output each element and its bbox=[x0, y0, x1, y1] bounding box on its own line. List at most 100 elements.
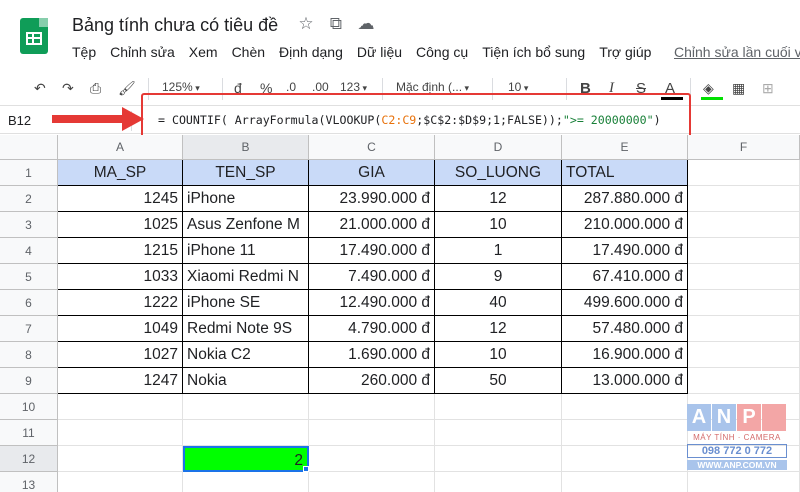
empty-cell[interactable] bbox=[688, 186, 800, 212]
cell-so-luong[interactable]: 12 bbox=[435, 316, 562, 342]
row-header-10[interactable]: 10 bbox=[0, 394, 58, 420]
row-header-1[interactable]: 1 bbox=[0, 160, 58, 186]
cell-ten-sp[interactable]: Asus Zenfone M bbox=[183, 212, 309, 238]
cell-so-luong[interactable]: 10 bbox=[435, 342, 562, 368]
cell-ma-sp[interactable]: 1033 bbox=[58, 264, 183, 290]
menu-tools[interactable]: Công cụ bbox=[416, 44, 468, 60]
empty-cell[interactable] bbox=[309, 472, 435, 492]
empty-cell[interactable] bbox=[309, 394, 435, 420]
empty-cell[interactable] bbox=[562, 446, 688, 472]
empty-cell[interactable] bbox=[688, 342, 800, 368]
document-title[interactable]: Bảng tính chưa có tiêu đề bbox=[72, 15, 278, 36]
column-header-c[interactable]: C bbox=[309, 135, 435, 160]
selection-fill-handle[interactable] bbox=[303, 466, 309, 472]
menu-format[interactable]: Định dạng bbox=[279, 44, 343, 60]
empty-cell[interactable] bbox=[435, 446, 562, 472]
cell-ma-sp[interactable]: 1049 bbox=[58, 316, 183, 342]
header-cell-ma-sp[interactable]: MA_SP bbox=[58, 160, 183, 186]
cell-total[interactable]: 17.490.000 đ bbox=[562, 238, 688, 264]
row-header-7[interactable]: 7 bbox=[0, 316, 58, 342]
fill-color-icon[interactable]: ◈ bbox=[703, 80, 714, 97]
empty-cell[interactable] bbox=[688, 290, 800, 316]
cell-gia[interactable]: 4.790.000 đ bbox=[309, 316, 435, 342]
empty-cell[interactable] bbox=[562, 394, 688, 420]
empty-cell[interactable] bbox=[562, 420, 688, 446]
cell-total[interactable]: 287.880.000 đ bbox=[562, 186, 688, 212]
column-header-e[interactable]: E bbox=[562, 135, 688, 160]
row-header-9[interactable]: 9 bbox=[0, 368, 58, 394]
menu-help[interactable]: Trợ giúp bbox=[599, 44, 651, 60]
empty-cell[interactable] bbox=[435, 394, 562, 420]
cell-ma-sp[interactable]: 1027 bbox=[58, 342, 183, 368]
empty-cell[interactable] bbox=[309, 446, 435, 472]
cell-ma-sp[interactable]: 1222 bbox=[58, 290, 183, 316]
column-header-d[interactable]: D bbox=[435, 135, 562, 160]
cell-so-luong[interactable]: 9 bbox=[435, 264, 562, 290]
menu-file[interactable]: Tệp bbox=[72, 44, 96, 60]
decrease-decimal-button[interactable]: .0 bbox=[286, 80, 296, 94]
empty-cell[interactable] bbox=[309, 420, 435, 446]
cell-ma-sp[interactable]: 1247 bbox=[58, 368, 183, 394]
cell-ten-sp[interactable]: Redmi Note 9S bbox=[183, 316, 309, 342]
cloud-status-icon[interactable]: ☁ bbox=[356, 14, 376, 34]
cell-ten-sp[interactable]: iPhone 11 bbox=[183, 238, 309, 264]
folder-move-icon[interactable]: ⧉ bbox=[326, 14, 346, 34]
empty-cell[interactable] bbox=[183, 420, 309, 446]
empty-cell[interactable] bbox=[435, 420, 562, 446]
selected-cell-b12[interactable]: 2 bbox=[183, 446, 309, 472]
cell-ma-sp[interactable]: 1245 bbox=[58, 186, 183, 212]
undo-icon[interactable]: ↶ bbox=[34, 80, 46, 97]
row-header-2[interactable]: 2 bbox=[0, 186, 58, 212]
cell-total[interactable]: 13.000.000 đ bbox=[562, 368, 688, 394]
print-icon[interactable]: ⎙ bbox=[90, 80, 101, 97]
row-header-3[interactable]: 3 bbox=[0, 212, 58, 238]
cell-gia[interactable]: 17.490.000 đ bbox=[309, 238, 435, 264]
redo-icon[interactable]: ↷ bbox=[62, 80, 74, 97]
menu-data[interactable]: Dữ liệu bbox=[357, 44, 402, 60]
header-cell-so-luong[interactable]: SO_LUONG bbox=[435, 160, 562, 186]
cell-gia[interactable]: 21.000.000 đ bbox=[309, 212, 435, 238]
empty-cell[interactable] bbox=[688, 368, 800, 394]
cell-ten-sp[interactable]: iPhone SE bbox=[183, 290, 309, 316]
number-format-select[interactable]: 123 bbox=[340, 80, 367, 94]
row-header-6[interactable]: 6 bbox=[0, 290, 58, 316]
cell-so-luong[interactable]: 50 bbox=[435, 368, 562, 394]
cell-ten-sp[interactable]: Xiaomi Redmi N bbox=[183, 264, 309, 290]
cell-so-luong[interactable]: 10 bbox=[435, 212, 562, 238]
column-header-f[interactable]: F bbox=[688, 135, 800, 160]
cell-total[interactable]: 499.600.000 đ bbox=[562, 290, 688, 316]
name-box[interactable]: B12 bbox=[8, 113, 31, 128]
cell-gia[interactable]: 7.490.000 đ bbox=[309, 264, 435, 290]
header-cell-total[interactable]: TOTAL bbox=[562, 160, 688, 186]
row-header-8[interactable]: 8 bbox=[0, 342, 58, 368]
row-header-13[interactable]: 13 bbox=[0, 472, 58, 492]
header-cell-gia[interactable]: GIA bbox=[309, 160, 435, 186]
empty-cell[interactable] bbox=[183, 394, 309, 420]
empty-cell[interactable] bbox=[435, 472, 562, 492]
last-edit-link[interactable]: Chỉnh sửa lần cuối v bbox=[674, 44, 800, 60]
empty-cell[interactable] bbox=[183, 472, 309, 492]
increase-decimal-button[interactable]: .00 bbox=[312, 80, 329, 94]
cell-so-luong[interactable]: 40 bbox=[435, 290, 562, 316]
cell-so-luong[interactable]: 12 bbox=[435, 186, 562, 212]
font-family-select[interactable]: Mặc định (... bbox=[396, 80, 469, 94]
paint-format-icon[interactable]: 🖌 bbox=[118, 80, 136, 97]
cell-gia[interactable]: 23.990.000 đ bbox=[309, 186, 435, 212]
empty-cell[interactable] bbox=[688, 316, 800, 342]
cell-so-luong[interactable]: 1 bbox=[435, 238, 562, 264]
cell-ten-sp[interactable]: Nokia bbox=[183, 368, 309, 394]
row-header-5[interactable]: 5 bbox=[0, 264, 58, 290]
column-header-b[interactable]: B bbox=[183, 135, 309, 160]
merge-cells-icon[interactable]: ⊞ bbox=[762, 80, 774, 97]
row-header-12[interactable]: 12 bbox=[0, 446, 58, 472]
empty-cell[interactable] bbox=[688, 264, 800, 290]
cell-total[interactable]: 210.000.000 đ bbox=[562, 212, 688, 238]
row-header-11[interactable]: 11 bbox=[0, 420, 58, 446]
empty-cell[interactable] bbox=[58, 472, 183, 492]
menu-edit[interactable]: Chỉnh sửa bbox=[110, 44, 175, 60]
header-cell-ten-sp[interactable]: TEN_SP bbox=[183, 160, 309, 186]
empty-cell[interactable] bbox=[688, 160, 800, 186]
cell-ma-sp[interactable]: 1025 bbox=[58, 212, 183, 238]
menu-insert[interactable]: Chèn bbox=[232, 44, 265, 60]
cell-total[interactable]: 67.410.000 đ bbox=[562, 264, 688, 290]
